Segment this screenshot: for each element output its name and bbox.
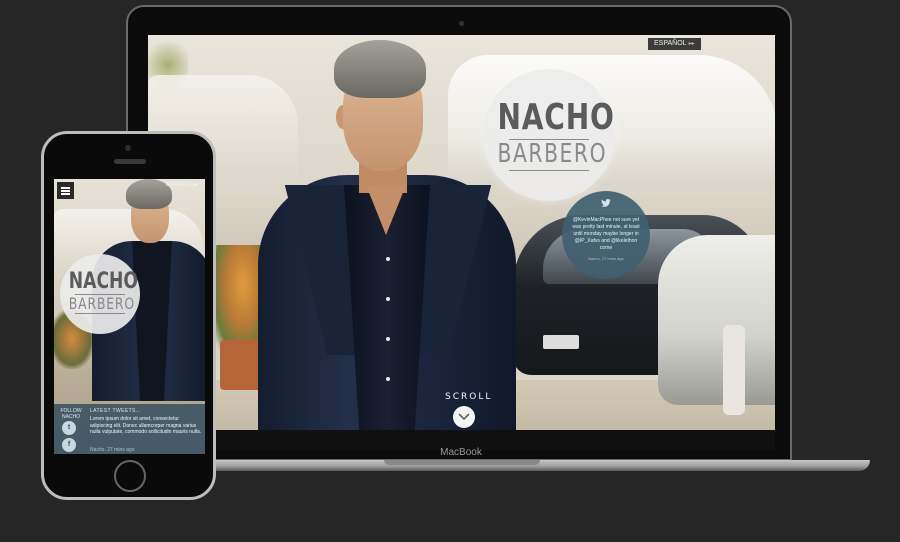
latest-tweets-label: LATEST TWEETS... xyxy=(90,408,142,414)
phone-device: ESPAÑOL ▸▸ NACHO BARBERO FOLLOW NACHO t … xyxy=(41,131,216,500)
shirt-button xyxy=(386,257,390,261)
language-switch[interactable]: ESPAÑOL ▸▸ xyxy=(648,38,701,50)
tweet-meta: Nacho, 27 mins ago xyxy=(588,256,624,261)
logo-first-name: NACHO xyxy=(497,97,615,138)
latest-tweet-bubble[interactable]: @KevinMacPhee not sure yet was pretty la… xyxy=(562,191,650,279)
tweet-text: Lorem ipsum dolor sit amet, consectetur … xyxy=(90,416,202,436)
phone-speaker xyxy=(114,159,146,164)
menu-icon-line xyxy=(61,190,70,192)
scroll-label: SCROLL xyxy=(445,392,493,402)
hero-man-hair xyxy=(334,40,426,98)
site-logo[interactable]: NACHO BARBERO xyxy=(483,69,615,201)
facebook-icon[interactable]: f xyxy=(62,438,76,452)
menu-icon-line xyxy=(61,187,70,189)
twitter-icon[interactable]: t xyxy=(62,421,76,435)
logo-underline xyxy=(509,170,589,171)
laptop-screen: ESPAÑOL ▸▸ NACHO BARBERO @KevinMacPhee no… xyxy=(148,35,775,430)
background-white-car xyxy=(658,235,775,405)
logo-last-name: BARBERO xyxy=(68,294,135,313)
phone-camera xyxy=(125,145,131,151)
laptop-hinge-notch xyxy=(384,460,540,465)
phone-home-button[interactable] xyxy=(114,460,146,492)
laptop-brand-label: MacBook xyxy=(440,447,482,458)
hamburger-menu-button[interactable] xyxy=(57,182,74,199)
background-post xyxy=(723,325,745,415)
twitter-icon xyxy=(569,199,643,209)
shirt-button xyxy=(386,377,390,381)
tweet-meta: Nacho, 27 mins ago xyxy=(90,447,135,453)
logo-underline xyxy=(75,313,125,314)
laptop-device: ESPAÑOL ▸▸ NACHO BARBERO @KevinMacPhee no… xyxy=(126,5,792,461)
site-logo[interactable]: NACHO BARBERO xyxy=(60,254,140,334)
tweet-text: @KevinMacPhee not sure yet was pretty la… xyxy=(572,217,640,251)
car-plate xyxy=(543,335,579,349)
menu-icon-line xyxy=(61,193,70,195)
scroll-down-button[interactable] xyxy=(453,406,475,428)
logo-last-name: BARBERO xyxy=(497,139,608,169)
follow-label: FOLLOW NACHO xyxy=(60,408,82,420)
phone-screen: ESPAÑOL ▸▸ NACHO BARBERO FOLLOW NACHO t … xyxy=(54,179,205,454)
language-switch[interactable]: ESPAÑOL ▸▸ xyxy=(166,182,198,188)
language-arrow-icon: ▸▸ xyxy=(688,41,695,47)
tweets-panel: FOLLOW NACHO t f LATEST TWEETS... Lorem … xyxy=(54,404,205,454)
laptop-camera xyxy=(459,21,464,26)
language-label: ESPAÑOL xyxy=(654,40,687,47)
chevron-down-icon xyxy=(458,413,470,421)
logo-first-name: NACHO xyxy=(68,269,138,294)
shirt-button xyxy=(386,337,390,341)
shirt-button xyxy=(386,297,390,301)
